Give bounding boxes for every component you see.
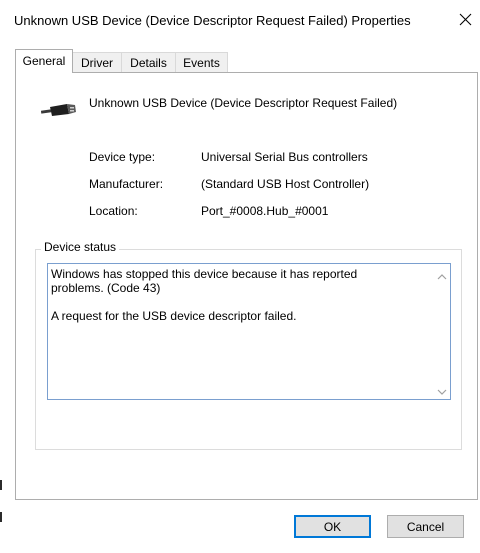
manufacturer-label: Manufacturer:: [89, 177, 164, 191]
scroll-up-icon[interactable]: [437, 270, 447, 280]
tab-label: Details: [130, 56, 167, 70]
tab-events[interactable]: Events: [175, 52, 228, 72]
tab-details[interactable]: Details: [121, 52, 176, 72]
usb-icon: [40, 101, 81, 119]
properties-dialog: Unknown USB Device (Device Descriptor Re…: [8, 0, 480, 553]
ok-button[interactable]: OK: [294, 515, 371, 538]
device-status-textbox[interactable]: Windows has stopped this device because …: [47, 263, 451, 400]
cancel-button[interactable]: Cancel: [387, 515, 464, 538]
edge-mark: [0, 480, 2, 490]
device-type-label: Device type:: [89, 150, 156, 164]
device-type-value: Universal Serial Bus controllers: [201, 150, 368, 164]
window-title: Unknown USB Device (Device Descriptor Re…: [14, 13, 411, 28]
close-icon[interactable]: [454, 8, 478, 32]
tab-general[interactable]: General: [15, 49, 73, 73]
location-value: Port_#0008.Hub_#0001: [201, 204, 329, 218]
location-label: Location:: [89, 204, 138, 218]
tab-label: Events: [183, 56, 220, 70]
left-edge: [0, 0, 8, 553]
tab-driver[interactable]: Driver: [72, 52, 122, 72]
device-status-label: Device status: [41, 240, 120, 254]
title-bar[interactable]: Unknown USB Device (Device Descriptor Re…: [8, 0, 480, 44]
device-name: Unknown USB Device (Device Descriptor Re…: [89, 96, 398, 110]
device-status-text: Windows has stopped this device because …: [51, 267, 358, 323]
edge-mark: [0, 512, 2, 522]
tab-label: Driver: [81, 56, 113, 70]
tab-label: General: [22, 54, 66, 68]
scroll-down-icon[interactable]: [437, 385, 447, 395]
manufacturer-value: (Standard USB Host Controller): [201, 177, 370, 191]
